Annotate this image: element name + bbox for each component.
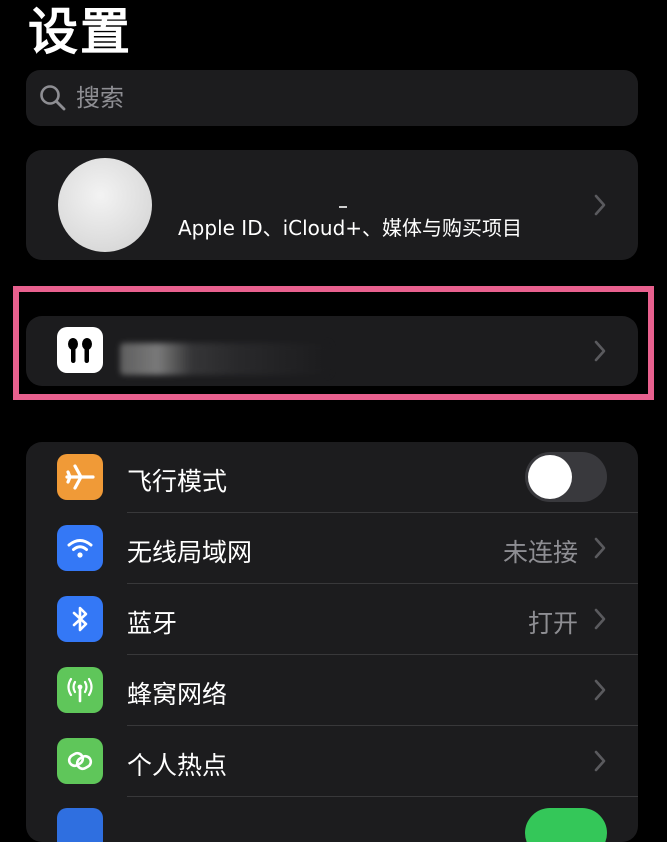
page-title: 设置 — [28, 3, 132, 61]
airplane-icon — [57, 454, 103, 500]
device-name-blurred — [120, 343, 330, 375]
account-name-redacted — [339, 206, 347, 208]
bluetooth-icon — [57, 596, 103, 642]
airpods-device-row[interactable] — [26, 316, 638, 386]
airplane-mode-row[interactable]: 飞行模式 — [26, 442, 638, 513]
chevron-right-icon — [594, 750, 606, 772]
next-row-icon — [57, 808, 103, 842]
wifi-status: 未连接 — [502, 538, 578, 567]
search-icon — [40, 85, 66, 111]
avatar[interactable] — [58, 158, 152, 252]
personal-hotspot-label: 个人热点 — [127, 751, 228, 780]
airplane-mode-label: 飞行模式 — [127, 467, 228, 496]
apple-id-card[interactable]: Apple ID、iCloud+、媒体与购买项目 — [26, 150, 638, 260]
settings-group: 飞行模式 无线局域网 未连接 蓝牙 打开 蜂窝网络 个人热点 — [26, 442, 638, 842]
bluetooth-label: 蓝牙 — [127, 609, 178, 638]
chevron-right-icon — [594, 537, 606, 559]
search-bar[interactable] — [26, 70, 638, 126]
toggle-knob — [528, 455, 572, 499]
row-divider — [127, 796, 638, 797]
hotspot-link-icon — [57, 738, 103, 784]
bluetooth-status: 打开 — [527, 609, 578, 638]
next-row-toggle[interactable] — [525, 808, 607, 842]
cellular-label: 蜂窝网络 — [127, 680, 228, 709]
cellular-row[interactable]: 蜂窝网络 — [26, 655, 638, 726]
wifi-icon — [57, 525, 103, 571]
search-input[interactable] — [74, 83, 578, 113]
airpods-icon — [57, 327, 103, 373]
chevron-right-icon — [594, 340, 606, 362]
chevron-right-icon — [594, 194, 606, 216]
chevron-right-icon — [594, 608, 606, 630]
bluetooth-row[interactable]: 蓝牙 打开 — [26, 584, 638, 655]
wifi-label: 无线局域网 — [127, 538, 253, 567]
account-subtitle: Apple ID、iCloud+、媒体与购买项目 — [178, 216, 523, 240]
wifi-row[interactable]: 无线局域网 未连接 — [26, 513, 638, 584]
airplane-mode-toggle[interactable] — [525, 452, 607, 502]
chevron-right-icon — [594, 679, 606, 701]
cellular-antenna-icon — [57, 667, 103, 713]
personal-hotspot-row[interactable]: 个人热点 — [26, 726, 638, 797]
